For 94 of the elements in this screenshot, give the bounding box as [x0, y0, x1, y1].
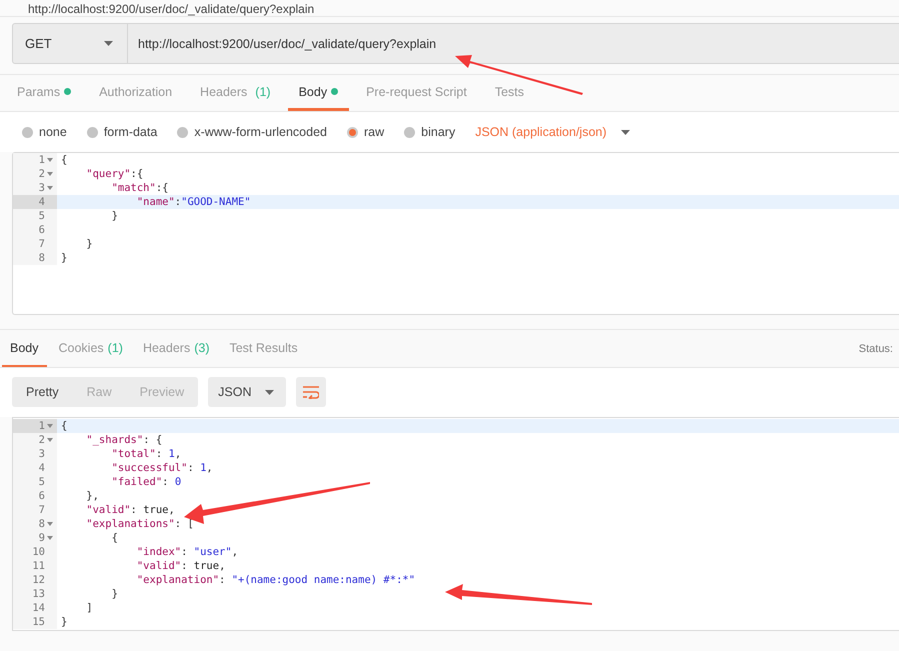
fold-caret-icon[interactable]	[47, 536, 53, 540]
code-token: "query"	[85, 168, 131, 180]
code-token: :{	[156, 182, 168, 194]
code-token: "user"	[194, 546, 232, 558]
fold-caret-icon[interactable]	[47, 522, 53, 526]
code-token: "total"	[110, 448, 156, 460]
code-token: "valid"	[85, 504, 131, 516]
code-token: :	[174, 196, 182, 208]
code-token: :	[181, 546, 188, 558]
fold-caret-icon[interactable]	[47, 438, 53, 442]
line-number: 13	[32, 587, 45, 601]
caret-icon	[620, 130, 630, 134]
line-number: 3	[38, 181, 45, 195]
line-number: 4	[38, 461, 45, 475]
code-token: :	[162, 476, 170, 488]
view-mode-button[interactable]: Pretty	[12, 377, 73, 407]
wrap-lines-button[interactable]	[296, 377, 326, 407]
line-number: 5	[38, 475, 45, 489]
code-token: 1	[200, 462, 206, 474]
body-type-radio[interactable]: none	[22, 125, 67, 139]
code-token: }	[85, 238, 93, 250]
line-number: 10	[32, 545, 45, 559]
code-token: }	[110, 210, 118, 222]
line-number: 7	[38, 237, 45, 251]
code-token: ,	[206, 462, 213, 474]
line-number: 7	[38, 503, 45, 517]
wrap-icon	[303, 385, 320, 399]
body-type-radio[interactable]: x-www-form-urlencoded	[177, 125, 327, 139]
line-number: 2	[38, 433, 45, 447]
code-token: ]	[85, 602, 93, 614]
code-token: ,	[174, 448, 182, 460]
line-number: 8	[38, 251, 45, 265]
code-token: ,	[168, 504, 175, 516]
code-token: : {	[143, 434, 162, 446]
fold-caret-icon[interactable]	[47, 172, 53, 176]
line-number: 12	[32, 573, 45, 587]
status-label: Status:	[858, 342, 893, 354]
line-number: 6	[38, 223, 45, 237]
line-number: 3	[38, 447, 45, 461]
code-token: "failed"	[110, 476, 162, 488]
code-token: }	[110, 588, 118, 600]
line-number: 1	[38, 419, 45, 433]
code-token: {	[61, 420, 68, 432]
code-token: :	[156, 448, 164, 460]
line-number: 5	[38, 209, 45, 223]
body-type-radio[interactable]: binary	[404, 125, 456, 139]
code-token: :	[187, 462, 195, 474]
method-dropdown[interactable]: GET	[12, 23, 128, 64]
body-type-radio[interactable]: raw	[347, 125, 384, 139]
code-token: "valid"	[136, 560, 182, 572]
fold-caret-icon[interactable]	[47, 186, 53, 190]
code-token: ,	[232, 546, 238, 558]
code-editor[interactable]: 1 { 2 "query":{ 3 "match":{ 4 "name":"GOOD-NAME" 5 } 6 7 } 8 }	[12, 152, 899, 315]
code-token: },	[85, 490, 99, 502]
code-token: "name"	[136, 196, 175, 208]
line-number: 2	[38, 167, 45, 181]
code-token: "GOOD-NAME"	[181, 196, 251, 208]
code-token: "match"	[110, 182, 156, 194]
code-token: }	[61, 616, 68, 628]
code-token: {	[61, 154, 68, 166]
line-number: 15	[32, 615, 45, 629]
line-number: 14	[32, 601, 45, 615]
code-token: }	[61, 252, 68, 264]
line-number: 1	[38, 153, 45, 167]
code-token: "explanation"	[136, 574, 220, 586]
code-token: true	[194, 560, 220, 572]
code-token: :	[130, 504, 138, 516]
body-type-radio[interactable]: form-data	[86, 125, 158, 139]
fold-caret-icon[interactable]	[47, 424, 53, 428]
code-token: "_shards"	[85, 434, 144, 446]
code-token: ,	[219, 560, 226, 572]
format-dropdown[interactable]: JSON	[208, 377, 286, 407]
code-token: "+(name:good name:name) #*:*"	[232, 574, 416, 586]
code-token: true	[143, 504, 168, 516]
line-number: 11	[32, 559, 45, 573]
code-token: :	[181, 560, 188, 572]
line-number: 9	[38, 531, 45, 545]
tab-title: http://localhost:9200/user/doc/_validate/query?explain	[28, 2, 314, 16]
code-token: "index"	[136, 546, 182, 558]
caret-icon	[265, 390, 274, 394]
code-token: :{	[130, 168, 144, 180]
url-field[interactable]: http://localhost:9200/user/doc/_validate/query?explain	[128, 23, 899, 64]
code-token: "explanations"	[85, 518, 175, 530]
line-number: 4	[38, 195, 45, 209]
caret-icon	[104, 41, 113, 46]
code-token: {	[110, 532, 118, 544]
code-token: :	[219, 574, 226, 586]
code-token: 1	[168, 448, 175, 460]
code-token: 0	[174, 476, 182, 488]
fold-caret-icon[interactable]	[47, 158, 53, 162]
line-number: 8	[38, 517, 45, 531]
code-token: "successful"	[110, 462, 188, 474]
line-number: 6	[38, 489, 45, 503]
code-token: : [	[174, 518, 194, 530]
